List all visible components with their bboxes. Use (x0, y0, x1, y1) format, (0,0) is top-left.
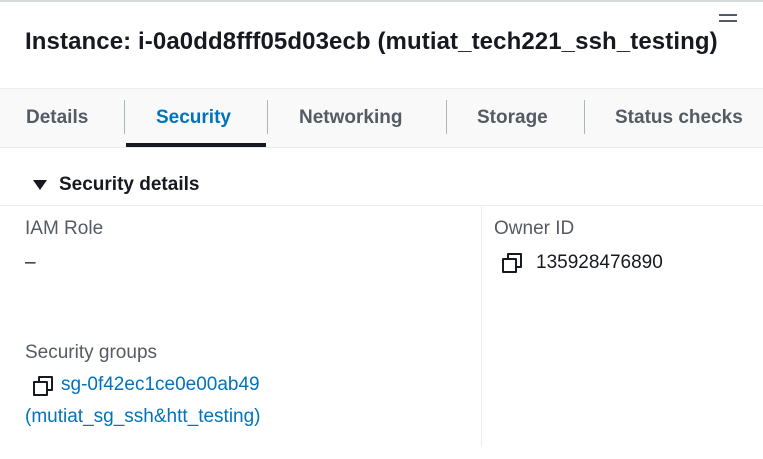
tab-bar: Details Security Networking Storage Stat… (0, 88, 763, 148)
copy-icon[interactable] (502, 253, 522, 273)
security-groups-label: Security groups (25, 342, 158, 363)
security-details-header[interactable]: Security details (0, 166, 763, 206)
copy-icon[interactable] (33, 376, 53, 396)
tab-divider (124, 100, 125, 134)
tab-status-checks[interactable]: Status checks (615, 89, 743, 147)
owner-id-label: Owner ID (494, 218, 575, 239)
tab-divider (267, 100, 268, 134)
owner-id-value: 135928476890 (536, 252, 663, 273)
tab-divider (446, 100, 447, 134)
tab-divider (584, 100, 585, 134)
section-title: Security details (59, 174, 200, 195)
column-divider (481, 207, 482, 447)
hamburger-icon[interactable] (719, 13, 738, 25)
tab-storage[interactable]: Storage (477, 89, 548, 147)
security-group-id-link[interactable]: sg-0f42ec1ce0e00ab49 (61, 374, 260, 396)
tab-details[interactable]: Details (26, 89, 88, 147)
security-group-name-link[interactable]: (mutiat_sg_ssh&htt_testing) (25, 406, 261, 428)
caret-down-icon (33, 180, 47, 190)
page-title: Instance: i-0a0dd8fff05d03ecb (mutiat_te… (25, 28, 718, 55)
tab-networking[interactable]: Networking (299, 89, 402, 147)
iam-role-value: – (25, 252, 36, 273)
top-border (0, 0, 763, 2)
iam-role-label: IAM Role (25, 218, 104, 239)
tab-security[interactable]: Security (156, 89, 231, 147)
instance-security-panel: Instance: i-0a0dd8fff05d03ecb (mutiat_te… (0, 0, 763, 459)
active-tab-indicator (126, 143, 266, 147)
